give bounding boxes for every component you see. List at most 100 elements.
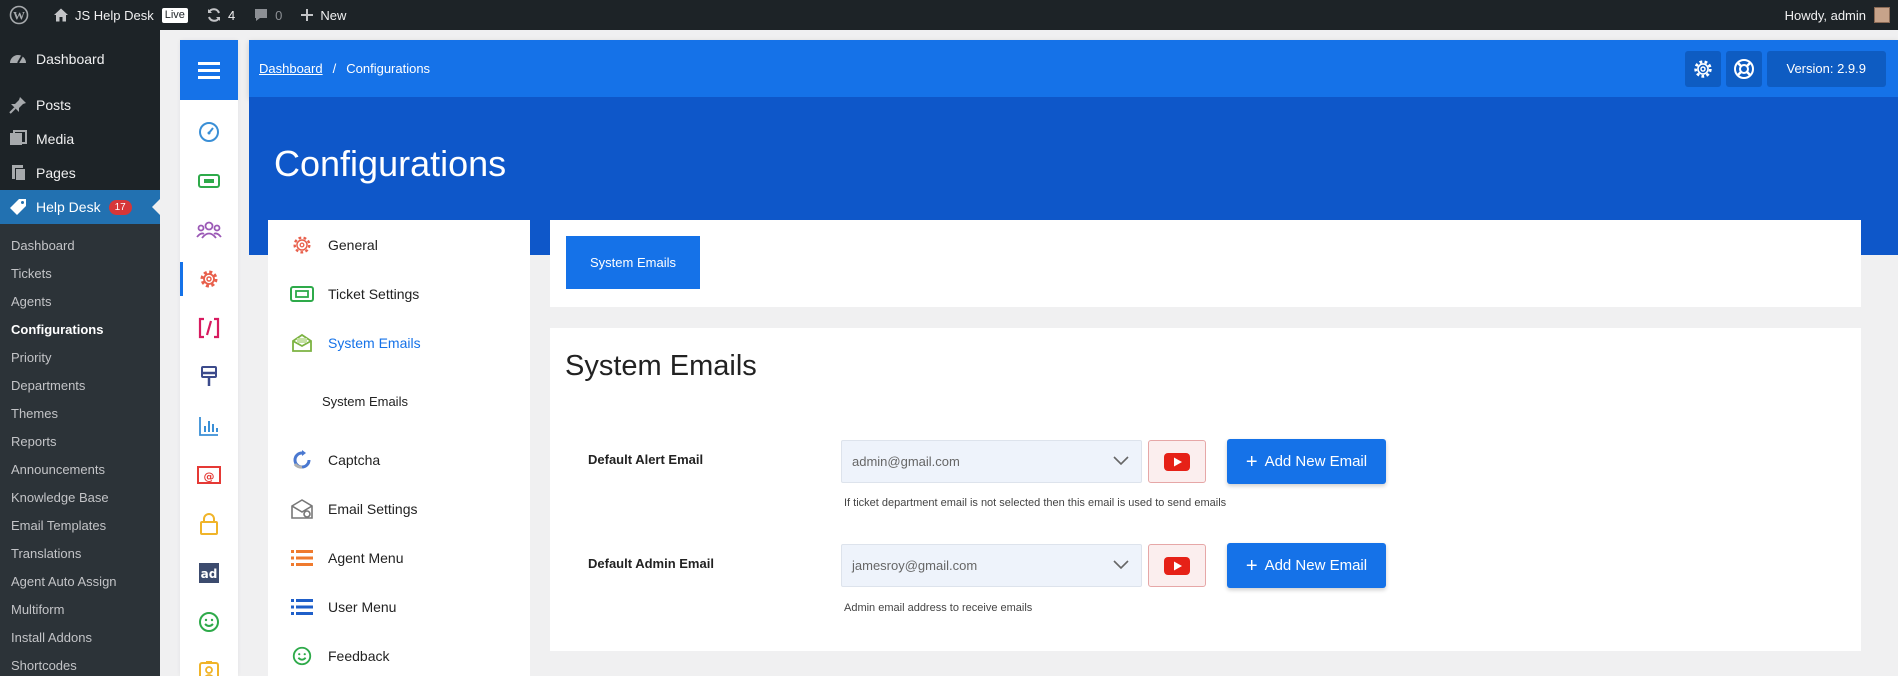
rail-reports[interactable] xyxy=(180,401,238,450)
ad-icon: ad xyxy=(199,562,219,583)
submenu-item-shortcodes[interactable]: Shortcodes xyxy=(0,651,160,676)
submenu-item-knowledge-base[interactable]: Knowledge Base xyxy=(0,483,160,511)
rail-themes[interactable] xyxy=(180,352,238,401)
cfg-item-ticket-settings[interactable]: Ticket Settings xyxy=(268,269,530,318)
media-icon xyxy=(10,130,27,145)
wordpress-logo[interactable]: W xyxy=(0,0,44,30)
help-desk-count-badge: 17 xyxy=(108,199,132,215)
menu-help-desk[interactable]: Help Desk 17 xyxy=(0,190,160,224)
submenu-item-email-templates[interactable]: Email Templates xyxy=(0,511,160,539)
cfg-item-label: System Emails xyxy=(328,334,421,351)
submenu-item-multiform[interactable]: Multiform xyxy=(0,595,160,623)
video-tutorial-button[interactable] xyxy=(1148,544,1206,587)
submenu-item-agent-auto-assign[interactable]: Agent Auto Assign xyxy=(0,567,160,595)
add-new-email-label: Add New Email xyxy=(1264,453,1368,470)
home-icon xyxy=(54,8,68,22)
cfg-item-system-emails[interactable]: System Emails xyxy=(268,318,530,367)
rail-security[interactable] xyxy=(180,499,238,548)
envelope-icon xyxy=(290,331,314,355)
rail-agents[interactable] xyxy=(180,205,238,254)
cfg-item-user-menu[interactable]: User Menu xyxy=(268,582,530,631)
rail-email[interactable]: @ xyxy=(180,450,238,499)
add-new-email-button[interactable]: + Add New Email xyxy=(1227,543,1386,588)
site-name-link[interactable]: JS Help Desk Live xyxy=(44,0,197,30)
rail-configurations[interactable] xyxy=(180,254,238,303)
email-icon: @ xyxy=(197,465,221,484)
default-admin-email-select[interactable]: jamesroy@gmail.com xyxy=(841,544,1142,587)
updates-link[interactable]: 4 xyxy=(197,0,244,30)
select-value: admin@gmail.com xyxy=(852,454,960,469)
smile-icon xyxy=(290,644,314,668)
submenu-item-departments[interactable]: Departments xyxy=(0,371,160,399)
svg-text:ad: ad xyxy=(201,567,218,581)
comments-link[interactable]: 0 xyxy=(244,0,291,30)
submenu-item-themes[interactable]: Themes xyxy=(0,399,160,427)
ticket-tag-icon xyxy=(10,199,26,215)
cfg-item-general[interactable]: General xyxy=(268,220,530,269)
menu-help-desk-label: Help Desk xyxy=(36,199,101,215)
menu-dashboard[interactable]: Dashboard xyxy=(0,42,160,76)
breadcrumb-dashboard-link[interactable]: Dashboard xyxy=(259,61,323,76)
svg-text:@: @ xyxy=(204,470,215,483)
cfg-subitem-system-emails[interactable]: System Emails xyxy=(268,367,530,435)
hamburger-icon xyxy=(198,62,220,79)
settings-button[interactable] xyxy=(1684,50,1721,87)
submenu-item-translations[interactable]: Translations xyxy=(0,539,160,567)
rail-feedback[interactable] xyxy=(180,597,238,646)
video-tutorial-button[interactable] xyxy=(1148,440,1206,483)
youtube-icon xyxy=(1164,452,1190,471)
rail-profile[interactable] xyxy=(180,646,238,676)
ticket-icon xyxy=(198,173,220,188)
rail-tickets[interactable] xyxy=(180,156,238,205)
menu-pages[interactable]: Pages xyxy=(0,156,160,190)
menu-posts[interactable]: Posts xyxy=(0,88,160,122)
add-new-email-button[interactable]: + Add New Email xyxy=(1227,439,1386,484)
cfg-item-label: Email Settings xyxy=(328,500,418,517)
rail-shortcodes[interactable] xyxy=(180,303,238,352)
submenu-item-reports[interactable]: Reports xyxy=(0,427,160,455)
breadcrumb: Dashboard / Configurations xyxy=(259,61,430,76)
hamburger-menu-button[interactable] xyxy=(180,40,238,100)
ticket-icon xyxy=(290,282,314,306)
rail-ads[interactable]: ad xyxy=(180,548,238,597)
submenu-item-agents[interactable]: Agents xyxy=(0,287,160,315)
cfg-item-email-settings[interactable]: Email Settings xyxy=(268,484,530,533)
users-icon xyxy=(196,221,222,239)
plus-icon xyxy=(301,9,314,21)
cfg-item-label: User Menu xyxy=(328,598,397,615)
gear-icon xyxy=(290,233,314,257)
default-admin-email-help: Admin email address to receive emails xyxy=(844,602,1033,614)
submenu-item-announcements[interactable]: Announcements xyxy=(0,455,160,483)
email-settings-icon xyxy=(290,497,314,521)
tab-bar-card: System Emails xyxy=(550,220,1861,307)
cfg-item-agent-menu[interactable]: Agent Menu xyxy=(268,533,530,582)
submenu-item-tickets[interactable]: Tickets xyxy=(0,259,160,287)
svg-text:W: W xyxy=(13,9,25,23)
submenu-item-install-addons[interactable]: Install Addons xyxy=(0,623,160,651)
my-account[interactable]: Howdy, admin xyxy=(1785,7,1898,23)
menu-pages-label: Pages xyxy=(36,165,76,181)
new-content-link[interactable]: New xyxy=(291,0,355,30)
cfg-item-feedback[interactable]: Feedback xyxy=(268,631,530,676)
menu-media[interactable]: Media xyxy=(0,122,160,156)
wp-admin-menu: Dashboard Posts Media Pages Help Desk 17… xyxy=(0,30,160,676)
refresh-icon xyxy=(207,8,220,22)
default-alert-email-select[interactable]: admin@gmail.com xyxy=(841,440,1142,483)
gear-icon xyxy=(1693,59,1712,78)
submenu-item-dashboard[interactable]: Dashboard xyxy=(0,231,160,259)
site-name: JS Help Desk xyxy=(75,7,154,23)
tab-system-emails[interactable]: System Emails xyxy=(566,236,700,289)
plus-icon: + xyxy=(1245,450,1258,473)
gear-icon xyxy=(200,270,218,287)
cfg-item-captcha[interactable]: Captcha xyxy=(268,435,530,484)
help-support-button[interactable] xyxy=(1725,50,1762,87)
rail-dashboard[interactable] xyxy=(180,107,238,156)
submenu-item-configurations[interactable]: Configurations xyxy=(0,315,160,343)
id-card-icon xyxy=(199,660,219,676)
submenu-item-priority[interactable]: Priority xyxy=(0,343,160,371)
dashboard-icon xyxy=(10,55,26,64)
plugin-top-bar: Dashboard / Configurations Version: 2.9.… xyxy=(249,40,1898,97)
chevron-down-icon xyxy=(1113,560,1129,570)
shortcode-icon xyxy=(198,317,220,338)
breadcrumb-current: Configurations xyxy=(346,61,431,76)
